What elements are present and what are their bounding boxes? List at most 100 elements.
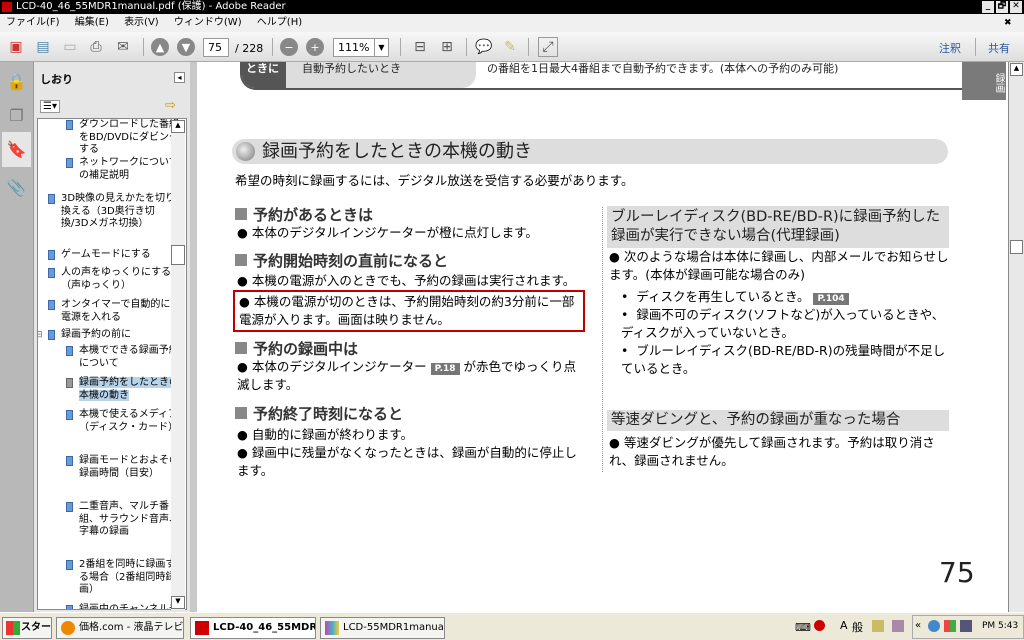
bookmark-icon — [48, 250, 55, 260]
scroll-up-button[interactable]: ▲ — [1010, 63, 1023, 76]
bookmark-item[interactable]: 録画モードとおよその録画時間（目安） — [66, 455, 179, 480]
display-icon[interactable] — [960, 620, 972, 632]
menu-close-icon[interactable]: ✖ — [1004, 14, 1012, 32]
bookmark-icon — [66, 605, 73, 609]
bookmark-item[interactable]: 二重音声、マルチ番組、サラウンド音声、字幕の録画 — [66, 501, 179, 539]
zoom-dropdown-icon[interactable]: ▼ — [374, 38, 389, 57]
create-pdf-icon[interactable]: ▣ — [6, 37, 26, 57]
bullet: ● 本機の電源が入のときでも、予約の録画は実行されます。 — [237, 273, 576, 288]
scroll-down-button[interactable]: ▼ — [171, 596, 185, 609]
options-menu-icon[interactable]: ☰▾ — [40, 100, 60, 113]
heading-reservation: 予約があるときは — [235, 204, 373, 225]
fullscreen-icon[interactable]: ⤢ — [538, 37, 558, 57]
bookmark-item[interactable]: 録画中のチャンネルや入力の切り換 — [66, 604, 179, 609]
bullet: ● 次のような場合は本体に録画し、内部メールでお知らせします。(本体が録画可能な… — [609, 249, 949, 282]
heading-end: 予約終了時刻になると — [235, 403, 403, 424]
side-tab-label: 録画 — [993, 73, 1004, 93]
document-page: ときに 自動予約したいとき の番組を1日最大4番組まで自動予約できます。(本体へ… — [197, 62, 1008, 612]
highlight-icon[interactable]: ✎ — [500, 37, 520, 57]
previous-page-icon[interactable]: ▲ — [151, 38, 169, 56]
bookmark-scrollbar[interactable]: ▲ ▼ — [171, 120, 185, 610]
ime-mode-a[interactable]: A — [840, 619, 848, 632]
bookmark-item[interactable]: ゲームモードにする — [48, 249, 179, 262]
scroll-thumb[interactable] — [171, 245, 185, 265]
windows-logo-icon — [6, 621, 20, 635]
section-title-text: 録画予約をしたときの本機の動き — [262, 141, 532, 162]
email-icon[interactable]: ✉ — [113, 37, 133, 57]
collapse-panel-button[interactable]: ◂ — [174, 72, 185, 83]
menu-help[interactable]: ヘルプ(H) — [257, 17, 302, 28]
fit-width-icon[interactable]: ⊞ — [437, 37, 457, 57]
menu-edit[interactable]: 編集(E) — [75, 17, 109, 28]
bookmark-label: ダウンロードした番組をBD/DVDにダビングする — [79, 119, 179, 155]
zoom-out-icon[interactable]: − — [280, 38, 298, 56]
bookmark-label: 録画モードとおよその録画時間（目安） — [79, 455, 179, 479]
start-button[interactable]: スタート — [2, 617, 52, 639]
ime-icon[interactable] — [814, 620, 825, 631]
section-title: 録画予約をしたときの本機の動き — [232, 139, 948, 164]
collapse-toggle-icon[interactable]: ⊟ — [38, 329, 43, 342]
bookmark-item[interactable]: 録画予約をしたときの本機の動き — [66, 377, 179, 402]
panel-splitter[interactable] — [190, 62, 197, 612]
bookmark-item[interactable]: 本機でできる録画予約について — [66, 345, 179, 370]
top-table: ときに 自動予約したいとき の番組を1日最大4番組まで自動予約できます。(本体へ… — [240, 62, 1000, 90]
page-ref-link[interactable]: P.104 — [813, 293, 849, 305]
bookmark-icon — [48, 330, 55, 340]
keyboard-icon[interactable]: ⌨ — [795, 621, 811, 634]
bookmark-item[interactable]: 本機で使えるメディア（ディスク・カード） — [66, 409, 179, 434]
tray-box-icon[interactable] — [892, 620, 904, 632]
bookmark-item[interactable]: 人の声をゆっくりにする（声ゆっくり） — [48, 267, 179, 292]
highlighted-bullet: ● 本機の電源が切のときは、予約開始時刻の約3分前に一部電源が入ります。画面は映… — [233, 290, 585, 332]
expand-bookmark-icon[interactable]: ⇨ — [165, 98, 176, 113]
taskbar-folder[interactable]: LCD-55MDR1manualか... — [320, 617, 445, 639]
document-scrollbar[interactable]: ▲ — [1008, 62, 1024, 612]
intro-text: 希望の時刻に録画するには、デジタル放送を受信する必要があります。 — [235, 173, 634, 188]
bookmark-item[interactable]: オンタイマーで自動的に電源を入れる — [48, 299, 179, 324]
scroll-thumb[interactable] — [1010, 240, 1023, 254]
pages-icon[interactable]: ❐ — [4, 100, 29, 130]
bookmark-item[interactable]: 3D映像の見えかたを切り換える（3D奥行き切換/3Dメガネ切換） — [48, 193, 179, 231]
clock[interactable]: PM 5:43 — [982, 621, 1018, 631]
menu-window[interactable]: ウィンドウ(W) — [174, 17, 242, 28]
show-hidden-icons-button[interactable]: « — [915, 620, 921, 631]
bookmark-item[interactable]: ダウンロードした番組をBD/DVDにダビングする — [66, 119, 179, 157]
page-ref-link[interactable]: P.18 — [430, 363, 460, 375]
tray-tool-icon[interactable] — [872, 620, 884, 632]
minimize-button[interactable]: _ — [982, 1, 994, 13]
menu-file[interactable]: ファイル(F) — [6, 17, 60, 28]
bookmark-item[interactable]: ネットワークについての補足説明 — [66, 157, 179, 182]
bookmark-label: ゲームモードにする — [61, 249, 151, 260]
menu-view[interactable]: 表示(V) — [124, 17, 159, 28]
save-icon[interactable]: ▭ — [60, 37, 80, 57]
bullet: ● 録画中に残量がなくなったときは、録画が自動的に停止します。 — [237, 445, 577, 478]
scroll-up-button[interactable]: ▲ — [171, 120, 185, 133]
taskbar-firefox[interactable]: 価格.com - 液晶テレビの... — [56, 617, 184, 639]
bookmarks-icon[interactable]: 🔖 — [2, 132, 31, 167]
page-number-input[interactable]: 75 — [203, 38, 229, 57]
open-icon[interactable]: ▤ — [33, 37, 53, 57]
network-icon[interactable] — [928, 620, 940, 632]
share-button[interactable]: 共有 — [988, 40, 1010, 56]
bookmark-icon — [66, 502, 73, 512]
ime-mode-kanji[interactable]: 般 — [852, 619, 863, 635]
bookmark-item[interactable]: 録画予約の前に ⊟ — [38, 329, 179, 342]
side-tab: 録画 — [962, 62, 1006, 100]
taskbar-adobe-reader[interactable]: LCD-40_46_55MDR1... — [190, 617, 316, 639]
attachments-icon[interactable]: 📎 — [4, 172, 29, 202]
close-button[interactable]: ✕ — [1010, 1, 1022, 13]
zoom-in-icon[interactable]: + — [306, 38, 324, 56]
fit-page-icon[interactable]: ⊟ — [410, 37, 430, 57]
bookmark-item[interactable]: 2番組を同時に録画する場合（2番組同時録画） — [66, 559, 179, 597]
next-page-icon[interactable]: ▼ — [177, 38, 195, 56]
bookmark-icon — [48, 268, 55, 278]
page-number: 75 — [939, 556, 975, 589]
sub-bullet: • ディスクを再生しているとき。 P.104 — [621, 288, 849, 306]
annotate-button[interactable]: 注釈 — [939, 40, 961, 56]
lock-icon[interactable]: 🔒 — [4, 66, 29, 96]
comment-icon[interactable]: 💬 — [474, 37, 494, 57]
print-icon[interactable]: ⎙ — [86, 37, 106, 57]
security-icon[interactable] — [944, 620, 956, 632]
restore-button[interactable]: 🗗 — [996, 1, 1008, 13]
bookmark-icon — [66, 456, 73, 466]
heading-dubbing-overlap: 等速ダビングと、予約の録画が重なった場合 — [607, 410, 949, 431]
